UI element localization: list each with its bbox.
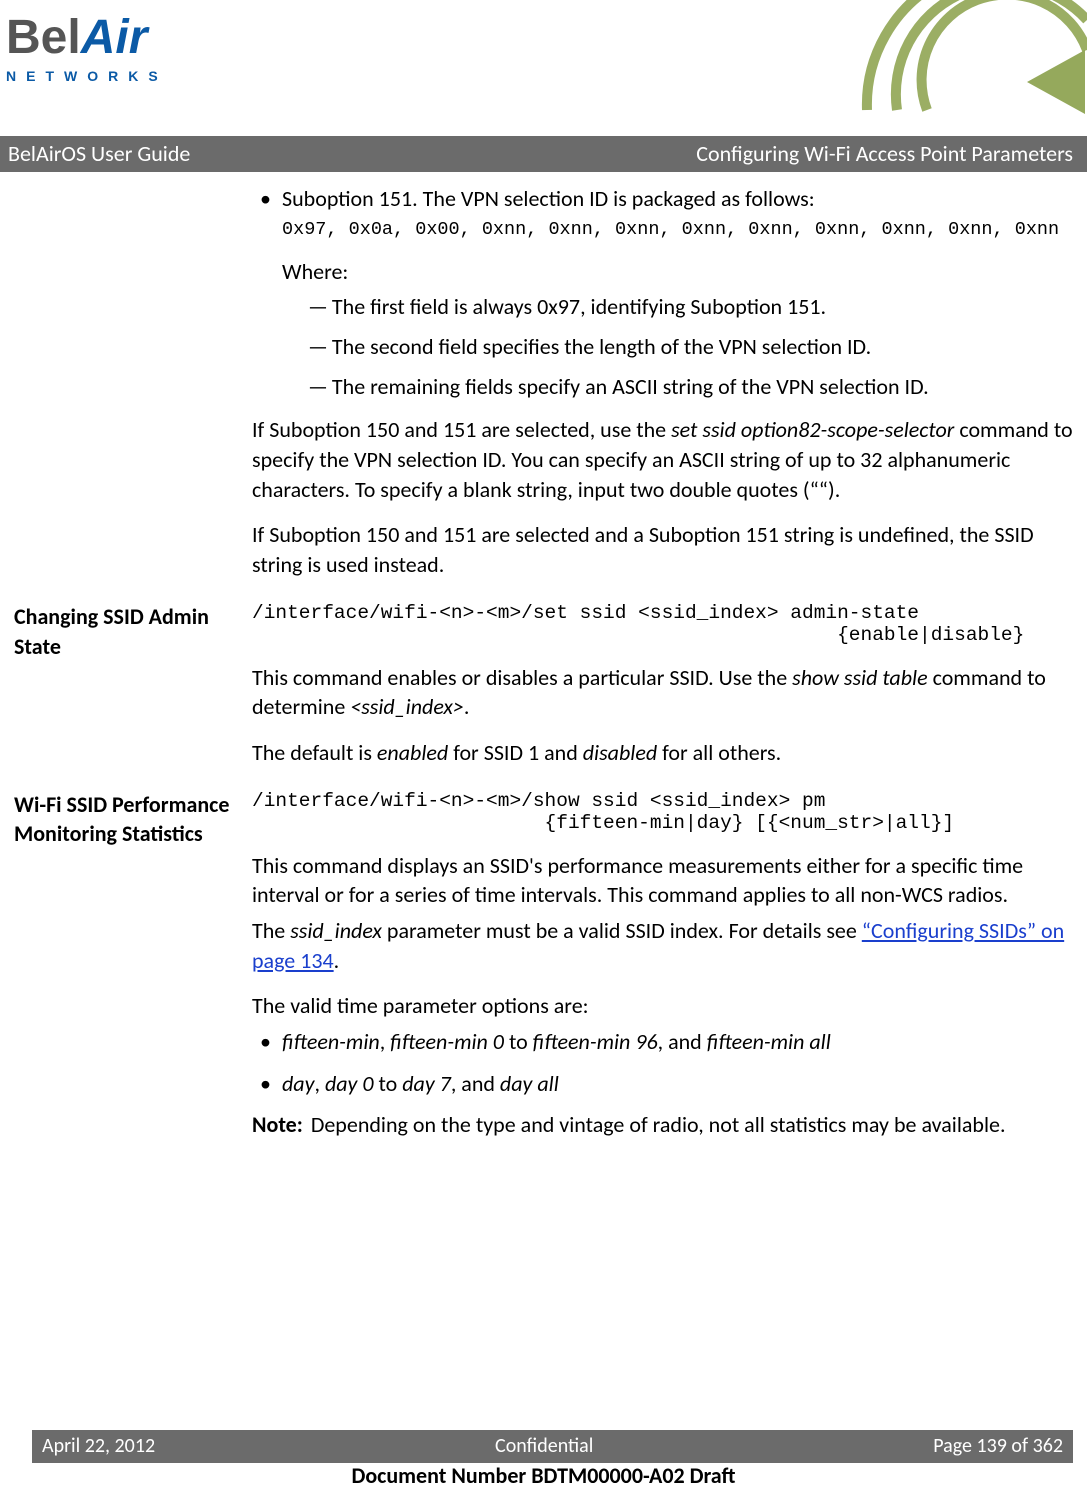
footer-page: Page 139 of 362 bbox=[933, 1433, 1063, 1460]
belair-logo: BelAir NETWORKS bbox=[6, 6, 168, 86]
bullet-text: Suboption 151. The VPN selection ID is p… bbox=[282, 184, 1073, 214]
packaged-hex-code: 0x97, 0x0a, 0x00, 0xnn, 0xnn, 0xnn, 0xnn… bbox=[282, 219, 1073, 240]
where-item-1: —The first field is always 0x97, identif… bbox=[308, 292, 1073, 322]
arg-ssid-index-2: ssid_index bbox=[290, 917, 382, 944]
option-day: day, day 0 to day 7, and day all bbox=[252, 1069, 1073, 1099]
document-number: Document Number BDTM00000-A02 Draft bbox=[0, 1461, 1087, 1491]
chapter-title: Configuring Wi-Fi Access Point Parameter… bbox=[696, 139, 1073, 169]
logo-bel: Bel bbox=[6, 11, 81, 64]
section-pm-stats: /interface/wifi-<n>-<m>/show ssid <ssid_… bbox=[252, 790, 1073, 1156]
paragraph-admin-state-default: The default is enabled for SSID 1 and di… bbox=[252, 738, 1073, 768]
paragraph-pm-desc: This command displays an SSID's performa… bbox=[252, 851, 1073, 910]
section-suboption151: Suboption 151. The VPN selection ID is p… bbox=[252, 184, 1073, 596]
arg-ssid-index: <ssid_index> bbox=[350, 693, 464, 720]
section-admin-state: /interface/wifi-<n>-<m>/set ssid <ssid_i… bbox=[252, 602, 1073, 784]
cli-pm-line1: /interface/wifi-<n>-<m>/show ssid <ssid_… bbox=[252, 790, 1073, 812]
option-fifteen-min: fifteen-min, fifteen-min 0 to fifteen-mi… bbox=[252, 1027, 1073, 1057]
decorative-arc-icon bbox=[827, 0, 1087, 120]
where-item-3: —The remaining fields specify an ASCII s… bbox=[308, 372, 1073, 402]
logo-networks: NETWORKS bbox=[6, 67, 168, 86]
heading-changing-ssid-admin-state: Changing SSID Admin State bbox=[14, 602, 252, 661]
paragraph-admin-state-desc: This command enables or disables a parti… bbox=[252, 663, 1073, 722]
footer-bar: April 22, 2012 Confidential Page 139 of … bbox=[32, 1430, 1073, 1463]
cli-admin-state-line2: {enable|disable} bbox=[252, 624, 1073, 646]
cli-pm-line2: {fifteen-min|day} [{<num_str>|all}] bbox=[252, 812, 1073, 834]
heading-wifi-ssid-pm-stats: Wi-Fi SSID Performance Monitoring Statis… bbox=[14, 790, 252, 849]
logo-air: Air bbox=[81, 11, 148, 64]
footer-confidential: Confidential bbox=[495, 1433, 593, 1460]
cli-admin-state-line1: /interface/wifi-<n>-<m>/set ssid <ssid_i… bbox=[252, 602, 1073, 624]
cmd-set-ssid-option82: set ssid option82-scope-selector bbox=[671, 416, 954, 443]
note-label: Note: bbox=[252, 1110, 311, 1140]
where-label: Where: bbox=[282, 257, 1073, 287]
guide-title: BelAirOS User Guide bbox=[8, 139, 190, 169]
paragraph-undefined-fallback: If Suboption 150 and 151 are selected an… bbox=[252, 520, 1073, 579]
paragraph-scope-selector: If Suboption 150 and 151 are selected, u… bbox=[252, 415, 1073, 504]
note-block: Note: Depending on the type and vintage … bbox=[252, 1110, 1073, 1140]
where-list: —The first field is always 0x97, identif… bbox=[308, 292, 1073, 401]
page-header-graphics: BelAir NETWORKS bbox=[0, 0, 1087, 130]
footer-date: April 22, 2012 bbox=[42, 1433, 155, 1460]
cmd-show-ssid-table: show ssid table bbox=[792, 664, 927, 691]
paragraph-pm-ssid-index: The ssid_index parameter must be a valid… bbox=[252, 916, 1073, 975]
paragraph-valid-options: The valid time parameter options are: bbox=[252, 991, 1073, 1021]
note-text: Depending on the type and vintage of rad… bbox=[311, 1110, 1006, 1140]
title-bar: BelAirOS User Guide Configuring Wi-Fi Ac… bbox=[0, 136, 1087, 172]
where-item-2: —The second field specifies the length o… bbox=[308, 332, 1073, 362]
bullet-suboption-151: Suboption 151. The VPN selection ID is p… bbox=[252, 184, 1073, 402]
